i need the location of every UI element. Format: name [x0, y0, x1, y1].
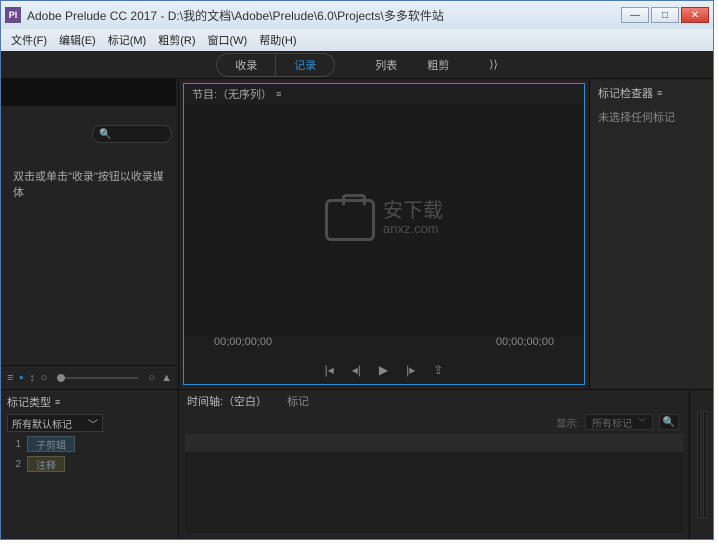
menu-edit[interactable]: 编辑(E) [53, 30, 102, 50]
marker-comment-button[interactable]: 注释 [27, 456, 65, 472]
sort-icon[interactable]: ↕ [29, 372, 35, 384]
chevron-down-icon: ﹀ [638, 417, 646, 428]
chevron-down-icon[interactable]: ⟩⟩ [489, 58, 498, 71]
timeline-panel: 时间轴:（空白） 标记 显示: 所有标记 ﹀ 🔍 [179, 390, 689, 539]
tab-log[interactable]: 记录 [276, 54, 334, 76]
chevron-down-icon: ﹀ [88, 416, 98, 431]
zoom-in-icon[interactable]: ○ [148, 372, 155, 384]
marker-type-select[interactable]: 所有默认标记 ﹀ [7, 414, 103, 432]
timeline-area[interactable] [185, 434, 683, 533]
menu-file[interactable]: 文件(F) [5, 30, 53, 50]
watermark: 安下载 anxz.com [325, 199, 443, 241]
monitor-title: 节目:（无序列） [192, 86, 272, 102]
timecode-out[interactable]: 00;00;00;00 [496, 336, 554, 356]
marker-filter-select[interactable]: 所有标记 ﹀ [585, 414, 653, 430]
program-monitor: 节目:（无序列） ≡ 安下载 anxz.com 00;00;00;00 00;0… [183, 83, 585, 385]
workspace-bar: 收录 记录 列表 粗剪 ⟩⟩ [1, 51, 713, 79]
tab-list[interactable]: 列表 [375, 57, 397, 73]
timeline-search[interactable]: 🔍 [659, 414, 679, 430]
ingest-hint: 双击或单击"收录"按钮以收录媒体 [1, 149, 178, 221]
marker-inspector-title: 标记检查器 [598, 85, 653, 101]
audio-meter [689, 390, 713, 539]
app-icon: Pl [5, 7, 21, 23]
marker-index: 1 [7, 439, 21, 450]
search-icon: 🔍 [99, 129, 111, 140]
tab-rough[interactable]: 粗剪 [427, 57, 449, 73]
marker-type-title: 标记类型 [7, 394, 51, 410]
panel-menu-icon[interactable]: ≡ [55, 397, 60, 407]
show-label: 显示: [556, 415, 579, 430]
menu-marker[interactable]: 标记(M) [102, 30, 153, 50]
step-back-button[interactable]: ◂| [352, 363, 361, 377]
zoom-slider[interactable] [57, 377, 138, 379]
tab-markers[interactable]: 标记 [287, 393, 309, 409]
marker-subclip-button[interactable]: 子剪辑 [27, 436, 75, 452]
minimize-button[interactable]: — [621, 7, 649, 23]
marker-index: 2 [7, 459, 21, 470]
thumb-view-icon[interactable]: ▪ [19, 372, 23, 384]
tab-timeline[interactable]: 时间轴:（空白） [187, 393, 267, 409]
monitor-view[interactable]: 安下载 anxz.com [184, 104, 584, 336]
marker-inspector-msg: 未选择任何标记 [598, 109, 705, 125]
menubar: 文件(F) 编辑(E) 标记(M) 粗剪(R) 窗口(W) 帮助(H) [1, 29, 713, 51]
maximize-button[interactable]: □ [651, 7, 679, 23]
mountain-icon[interactable]: ▲ [161, 372, 172, 384]
project-header [1, 78, 176, 106]
list-view-icon[interactable]: ≡ [7, 372, 13, 384]
step-fwd-button[interactable]: |▸ [406, 363, 415, 377]
close-button[interactable]: ✕ [681, 7, 709, 23]
project-panel: 🔍 双击或单击"收录"按钮以收录媒体 ≡ ▪ ↕ ○ ○ ▲ [1, 79, 179, 389]
lock-icon [325, 199, 375, 241]
search-input[interactable]: 🔍 [92, 125, 172, 143]
window-title: Adobe Prelude CC 2017 - D:\我的文档\Adobe\Pr… [27, 7, 621, 24]
menu-window[interactable]: 窗口(W) [202, 30, 254, 50]
menu-rough[interactable]: 粗剪(R) [152, 30, 201, 50]
marker-inspector: 标记检查器 ≡ 未选择任何标记 [589, 79, 713, 389]
panel-menu-icon[interactable]: ≡ [657, 88, 662, 98]
marker-type-panel: 标记类型 ≡ 所有默认标记 ﹀ 1 子剪辑 2 注释 [1, 390, 179, 539]
go-in-button[interactable]: |◂ [325, 363, 334, 377]
titlebar: Pl Adobe Prelude CC 2017 - D:\我的文档\Adobe… [1, 1, 713, 29]
zoom-out-icon[interactable]: ○ [41, 372, 48, 384]
tab-ingest[interactable]: 收录 [217, 54, 275, 76]
export-button[interactable]: ⇪ [433, 363, 443, 377]
menu-help[interactable]: 帮助(H) [253, 30, 302, 50]
monitor-menu-icon[interactable]: ≡ [276, 89, 281, 99]
play-button[interactable]: ▶ [379, 363, 388, 377]
timecode-in[interactable]: 00;00;00;00 [214, 336, 272, 356]
search-icon: 🔍 [663, 417, 675, 428]
